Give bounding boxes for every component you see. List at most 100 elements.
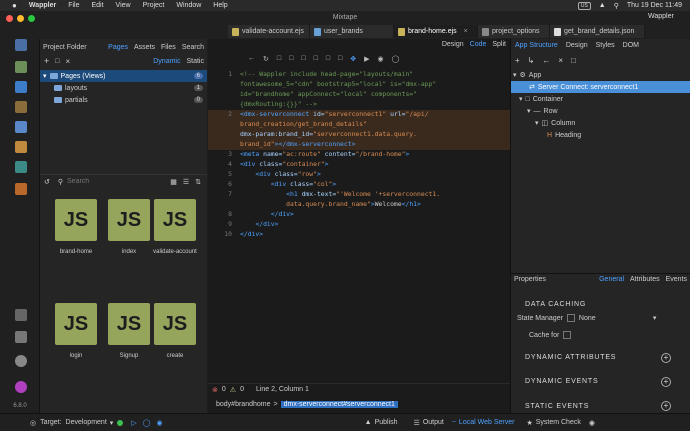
tab-styles[interactable]: Styles — [596, 42, 615, 49]
tree-node-row[interactable]: ▾ — Row — [511, 105, 690, 117]
delete-icon[interactable]: × — [66, 57, 71, 66]
tab-assets[interactable]: Assets — [134, 44, 155, 51]
tree-node-serverconnect[interactable]: ⇄ Server Connect: serverconnect1 — [511, 81, 690, 93]
duplicate-icon[interactable]: □ — [571, 56, 576, 65]
grid-view-icon[interactable]: ▦ — [170, 178, 177, 186]
extensions-icon[interactable] — [15, 309, 27, 321]
mode-design[interactable]: Design — [442, 41, 464, 48]
add-dynamic-event-button[interactable]: + — [661, 377, 671, 387]
code-line[interactable]: 2 <dmx-serverconnect id= "serverconnect1" … — [208, 110, 510, 120]
mobile-icon[interactable]: □ — [326, 55, 330, 63]
tablet-small-icon[interactable]: □ — [314, 55, 318, 63]
mode-static[interactable]: Static — [186, 58, 204, 65]
debug-icon[interactable]: ◉ — [157, 419, 163, 427]
tab-attributes[interactable]: Attributes — [630, 276, 660, 283]
code-line[interactable]: 6 <div class= "col" > — [208, 180, 510, 190]
tab-general[interactable]: General — [599, 276, 624, 283]
input-source-badge[interactable]: US — [577, 1, 591, 10]
system-check-icon[interactable]: ★ — [526, 419, 532, 427]
menu-edit[interactable]: Edit — [91, 2, 103, 9]
breadcrumb-item[interactable]: body#brandhome — [216, 401, 271, 408]
section-static-events[interactable]: STATIC EVENTS — [525, 403, 589, 410]
files-search-input[interactable] — [67, 176, 138, 187]
menu-view[interactable]: View — [116, 2, 131, 9]
breadcrumb-item-active[interactable]: dmx-serverconnect#serverconnect1 — [280, 401, 398, 408]
app-menu[interactable]: Wappler — [29, 2, 56, 9]
wrap-icon[interactable]: ← — [542, 56, 550, 65]
local-web-server-button[interactable]: Local Web Server — [459, 419, 515, 426]
code-line[interactable]: 1 <!-- Wappler include head-page="layouts… — [208, 70, 510, 80]
database-icon[interactable] — [15, 101, 27, 113]
code-line[interactable]: brand_id" ></dmx-serverconnect> — [208, 140, 510, 150]
target-select[interactable]: Development — [66, 419, 107, 426]
resources-icon[interactable] — [15, 183, 27, 195]
tab-events[interactable]: Events — [666, 276, 687, 283]
list-view-icon[interactable]: ☰ — [183, 178, 189, 186]
server-icon[interactable] — [15, 121, 27, 133]
mode-dynamic[interactable]: Dynamic — [153, 58, 180, 65]
delete-icon[interactable]: × — [558, 56, 563, 65]
browser-icon[interactable]: ◯ — [392, 55, 400, 63]
code-line[interactable]: 3 <meta name= "ac:route" content= "/brand-h… — [208, 150, 510, 160]
browser-icon[interactable]: ◯ — [143, 419, 151, 427]
publish-icon[interactable]: ▲ — [365, 419, 372, 426]
menu-window[interactable]: Window — [176, 2, 201, 9]
chevron-down-icon[interactable]: ▾ — [653, 314, 657, 322]
sort-icon[interactable]: ⇅ — [195, 178, 201, 186]
code-line[interactable]: 8 </div> — [208, 210, 510, 220]
preview-icon[interactable]: ▶ — [364, 55, 369, 63]
history-icon[interactable]: ↺ — [44, 178, 50, 186]
tree-item-partials[interactable]: partials 0 — [40, 94, 207, 106]
project-icon[interactable] — [15, 39, 27, 51]
code-line[interactable]: data.query.brand_name" > Welcome </h1> — [208, 200, 510, 210]
file-tile-create[interactable]: JS create — [145, 303, 205, 359]
state-manager-select[interactable]: None — [579, 315, 649, 322]
output-button[interactable]: Output — [423, 419, 444, 426]
code-line[interactable]: 9 </div> — [208, 220, 510, 230]
clock[interactable]: Thu 19 Dec 11:49 — [627, 2, 682, 9]
add-dynamic-attribute-button[interactable]: + — [661, 353, 671, 363]
tree-item-layouts[interactable]: layouts 1 — [40, 82, 207, 94]
code-line[interactable]: {dmxRouting:{}}" --> — [208, 100, 510, 110]
tab-dom[interactable]: DOM — [623, 42, 639, 49]
tree-node-heading[interactable]: H Heading — [511, 129, 690, 141]
section-dynamic-events[interactable]: DYNAMIC EVENTS — [525, 378, 598, 385]
bind-icon[interactable] — [566, 314, 575, 322]
code-line[interactable]: 4 <div class= "container" > — [208, 160, 510, 170]
tab-project-options[interactable]: project_options — [478, 25, 550, 38]
code-line[interactable]: fontawesome_5="cdn" bootstrap5="local" i… — [208, 80, 510, 90]
code-line[interactable]: 7 <h1 dmx-text= "'Welcome '+serverconnect… — [208, 190, 510, 200]
file-tile-validate-account[interactable]: JS validate-account — [145, 199, 205, 255]
tab-search[interactable]: Search — [182, 44, 204, 51]
laptop-icon[interactable]: □ — [289, 55, 293, 63]
tablet-icon[interactable]: □ — [301, 55, 305, 63]
code-area[interactable]: 1 <!-- Wappler include head-page="layouts… — [208, 70, 510, 370]
code-line[interactable]: dmx-param:brand_id= "serverconnect1.data.… — [208, 130, 510, 140]
puzzle-icon[interactable] — [15, 331, 27, 343]
run-icon[interactable]: ▷ — [131, 419, 136, 427]
layers-icon[interactable] — [15, 161, 27, 173]
menu-help[interactable]: Help — [213, 2, 227, 9]
tree-item-pages[interactable]: ▾ Pages (Views) 6 — [40, 70, 207, 82]
api-icon[interactable] — [15, 141, 27, 153]
tree-node-column[interactable]: ▾ ◫ Column — [511, 117, 690, 129]
tab-validate-account[interactable]: validate-account.ejs — [228, 25, 310, 38]
arrow-icon[interactable]: ← — [248, 55, 255, 63]
tab-get-brand-details[interactable]: get_brand_details.json — [550, 25, 645, 38]
file-tile-login[interactable]: JS login — [46, 303, 106, 359]
file-tile-brand-home[interactable]: JS brand-home — [46, 199, 106, 255]
code-line[interactable]: 10 </div> — [208, 230, 510, 240]
system-check-button[interactable]: System Check — [536, 419, 581, 426]
chevron-down-icon[interactable]: ▾ — [110, 419, 114, 427]
server-icon[interactable]: − — [452, 419, 456, 426]
tab-files[interactable]: Files — [161, 44, 176, 51]
add-icon[interactable]: + — [44, 56, 49, 66]
git-icon[interactable] — [15, 61, 27, 73]
output-icon[interactable]: ☰ — [414, 419, 420, 427]
tree-node-app[interactable]: ▾ ⚙ App — [511, 69, 690, 81]
refresh-icon[interactable]: ↻ — [263, 55, 269, 63]
tab-user-brands[interactable]: user_brands — [310, 25, 394, 38]
workflows-icon[interactable] — [15, 81, 27, 93]
toggle-icon[interactable]: ◉ — [378, 55, 384, 63]
tab-design[interactable]: Design — [566, 42, 588, 49]
